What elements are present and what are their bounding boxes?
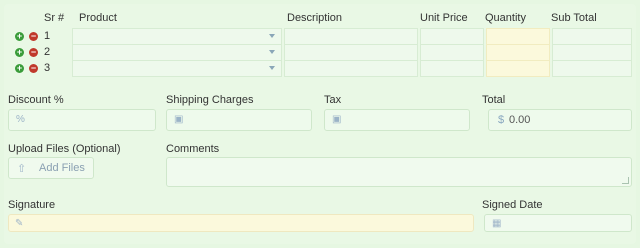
dollar-icon: $ — [498, 114, 505, 126]
add-row-icon[interactable]: + — [15, 48, 24, 57]
pencil-icon: ✎ — [15, 218, 24, 229]
add-files-label: Add Files — [39, 162, 85, 174]
description-input[interactable] — [284, 60, 418, 77]
signature-label: Signature — [8, 199, 56, 211]
add-row-icon[interactable]: + — [15, 32, 24, 41]
comments-label: Comments — [166, 143, 220, 155]
chevron-down-icon — [269, 66, 275, 70]
description-input[interactable] — [284, 28, 418, 45]
table-row: + − 1 — [0, 28, 640, 45]
signature-input[interactable]: ✎ — [8, 214, 474, 232]
header-unit-price: Unit Price — [420, 12, 468, 24]
upload-icon: ⇧ — [17, 163, 27, 175]
sub-total-input[interactable] — [552, 60, 632, 77]
table-row: + − 2 — [0, 44, 640, 61]
total-label: Total — [482, 94, 506, 106]
percent-icon: % — [16, 114, 25, 125]
shipping-charges-label: Shipping Charges — [166, 94, 254, 106]
header-sr: Sr # — [44, 12, 65, 24]
calendar-icon: ▦ — [492, 218, 502, 229]
upload-files-label: Upload Files (Optional) — [8, 143, 121, 155]
header-description: Description — [287, 12, 343, 24]
money-icon: ▣ — [174, 114, 184, 125]
header-product: Product — [79, 12, 117, 24]
signed-date-input[interactable]: ▦ — [484, 214, 632, 232]
sub-total-input[interactable] — [552, 44, 632, 61]
resize-handle-icon[interactable] — [622, 177, 629, 184]
tax-label: Tax — [324, 94, 342, 106]
add-row-icon[interactable]: + — [15, 64, 24, 73]
total-value: 0.00 — [509, 114, 531, 126]
header-quantity: Quantity — [485, 12, 526, 24]
total-input[interactable]: $ 0.00 — [488, 109, 632, 131]
row-number: 3 — [44, 62, 51, 74]
header-sub-total: Sub Total — [551, 12, 597, 24]
description-input[interactable] — [284, 44, 418, 61]
signed-date-label: Signed Date — [482, 199, 543, 211]
add-files-button[interactable]: ⇧ Add Files — [8, 157, 94, 179]
row-number: 2 — [44, 46, 51, 58]
product-select[interactable] — [72, 28, 282, 45]
chevron-down-icon — [269, 34, 275, 38]
unit-price-input[interactable] — [420, 28, 484, 45]
table-row: + − 3 — [0, 60, 640, 77]
product-select[interactable] — [72, 44, 282, 61]
chevron-down-icon — [269, 50, 275, 54]
quantity-input[interactable] — [486, 28, 550, 45]
remove-row-icon[interactable]: − — [29, 64, 38, 73]
discount-input[interactable]: % — [8, 109, 156, 131]
money-icon: ▣ — [332, 114, 342, 125]
unit-price-input[interactable] — [420, 44, 484, 61]
unit-price-input[interactable] — [420, 60, 484, 77]
sub-total-input[interactable] — [552, 28, 632, 45]
shipping-charges-input[interactable]: ▣ — [166, 109, 312, 131]
tax-input[interactable]: ▣ — [324, 109, 470, 131]
quantity-input[interactable] — [486, 60, 550, 77]
discount-label: Discount % — [8, 94, 64, 106]
comments-textarea[interactable] — [166, 157, 632, 187]
remove-row-icon[interactable]: − — [29, 48, 38, 57]
row-number: 1 — [44, 30, 51, 42]
remove-row-icon[interactable]: − — [29, 32, 38, 41]
product-select[interactable] — [72, 60, 282, 77]
quantity-input[interactable] — [486, 44, 550, 61]
